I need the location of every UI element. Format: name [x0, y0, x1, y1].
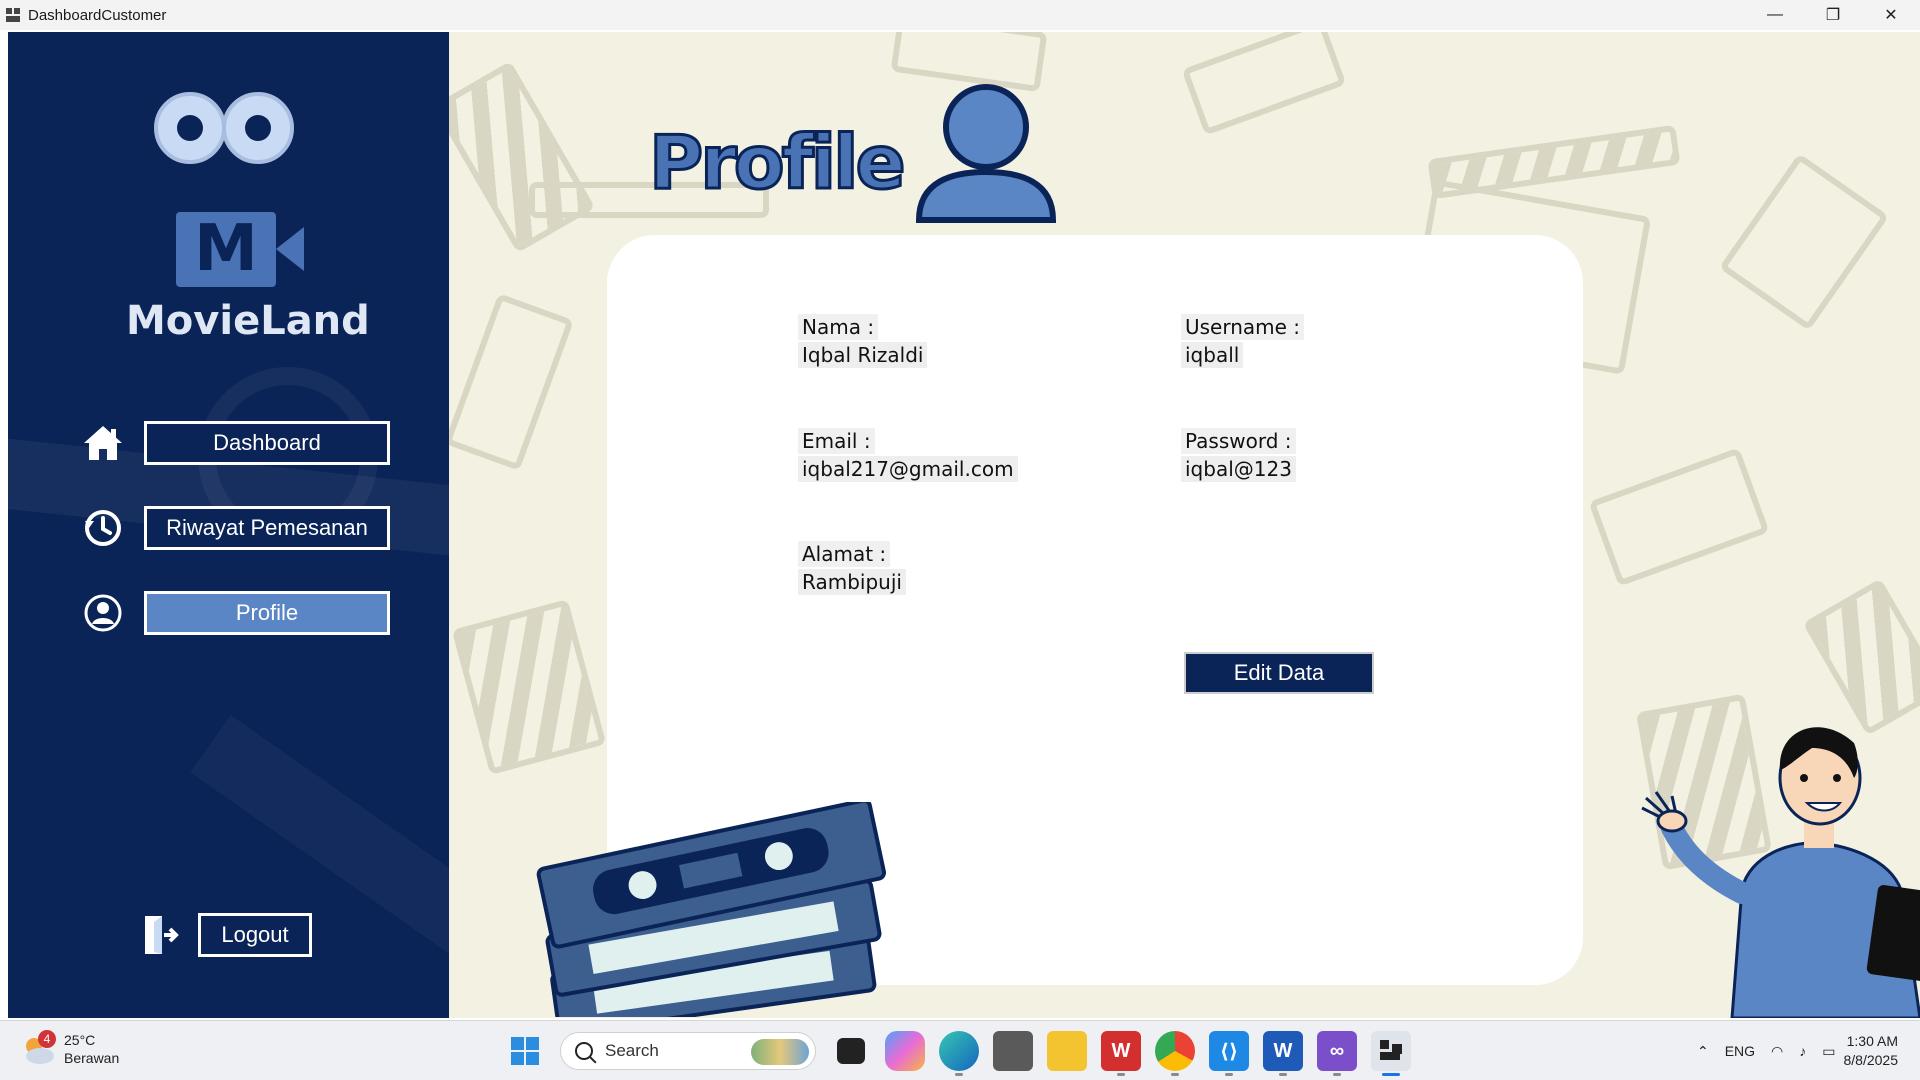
clapperboard-doodle	[451, 599, 607, 775]
ticket-doodle	[1588, 447, 1770, 587]
profile-button[interactable]: Profile	[144, 591, 390, 635]
nav-item-profile[interactable]: Profile	[80, 590, 390, 636]
history-icon	[80, 505, 126, 551]
chevron-up-icon[interactable]: ⌃	[1697, 1043, 1709, 1060]
waving-person-illustration	[1641, 727, 1920, 1018]
alamat-label: Alamat :	[798, 541, 891, 567]
nav-item-riwayat[interactable]: Riwayat Pemesanan	[80, 505, 390, 551]
taskbar: 4 25°C Berawan Search W ⟨⟩ W ∞ ⌃ ENG ◠ ♪…	[0, 1020, 1920, 1080]
cloud-sun-icon: 4	[22, 1030, 56, 1066]
dashboard-app-icon[interactable]	[1371, 1031, 1411, 1076]
app-icon	[6, 8, 20, 22]
brand-name: MovieLand	[126, 298, 370, 344]
ticket-doodle	[1181, 32, 1347, 136]
riwayat-pemesanan-button[interactable]: Riwayat Pemesanan	[144, 506, 390, 550]
username-value: iqball	[1181, 342, 1244, 368]
visual-studio-icon[interactable]: ∞	[1317, 1031, 1357, 1076]
alamat-value: Rambipuji	[798, 569, 906, 595]
ticket-doodle	[449, 293, 574, 471]
camera-icon[interactable]	[993, 1031, 1033, 1071]
title-bar: DashboardCustomer — ❐ ✕	[0, 0, 1920, 30]
start-windows-icon[interactable]	[505, 1031, 545, 1071]
search-highlight-image	[751, 1039, 809, 1065]
edge-icon[interactable]	[939, 1031, 979, 1076]
user-avatar-icon	[911, 77, 1061, 227]
clapperboard-doodle	[1802, 578, 1920, 736]
language-indicator[interactable]: ENG	[1725, 1043, 1755, 1059]
home-icon	[80, 420, 126, 466]
nav-item-logout[interactable]: Logout	[138, 912, 312, 958]
password-value: iqbal@123	[1181, 456, 1296, 482]
battery-icon[interactable]: ▭	[1822, 1043, 1835, 1060]
email-label: Email :	[798, 428, 875, 454]
file-explorer-icon[interactable]	[1047, 1031, 1087, 1071]
search-label: Search	[605, 1041, 659, 1060]
restore-button[interactable]: ❐	[1804, 0, 1862, 30]
logout-icon	[138, 912, 184, 958]
chrome-icon[interactable]	[1155, 1031, 1195, 1076]
clock-date: 8/8/2025	[1843, 1052, 1899, 1068]
logout-button[interactable]: Logout	[198, 913, 312, 957]
3d-glasses-doodle	[1718, 153, 1890, 331]
password-label: Password :	[1181, 428, 1296, 454]
clock-time: 1:30 AM	[1846, 1033, 1898, 1049]
search-icon	[575, 1042, 593, 1060]
email-value: iqbal217@gmail.com	[798, 456, 1018, 482]
wps-office-icon[interactable]: W	[1101, 1031, 1141, 1076]
weather-temp: 25°C	[64, 1032, 96, 1048]
system-tray: ⌃ ENG ◠ ♪ ▭ 1:30 AM 8/8/2025	[1689, 1021, 1920, 1080]
minimize-button[interactable]: —	[1746, 0, 1804, 30]
nama-label: Nama :	[798, 314, 879, 340]
window-title: DashboardCustomer	[28, 6, 167, 24]
close-button[interactable]: ✕	[1862, 0, 1920, 30]
nav-item-dashboard[interactable]: Dashboard	[80, 420, 390, 466]
taskbar-search[interactable]: Search	[560, 1032, 816, 1070]
weather-badge: 4	[38, 1030, 56, 1048]
logo-lens	[276, 227, 304, 271]
vhs-tapes-illustration	[536, 802, 887, 1017]
popcorn-doodle	[449, 60, 596, 254]
dashboard-button[interactable]: Dashboard	[144, 421, 390, 465]
logo-eye-left	[154, 92, 226, 164]
movieland-logo: M MovieLand	[126, 92, 370, 344]
task-view-icon[interactable]	[837, 1038, 865, 1064]
sidebar: M MovieLand Dashboard Riwayat Pemesanan	[8, 32, 449, 1018]
weather-widget[interactable]: 4 25°C Berawan	[22, 1030, 120, 1067]
word-icon[interactable]: W	[1263, 1031, 1303, 1076]
page-title: Profile	[648, 119, 908, 208]
vscode-icon[interactable]: ⟨⟩	[1209, 1031, 1249, 1076]
weather-desc: Berawan	[64, 1050, 120, 1066]
main-content: Profile Nama : Iqbal Rizaldi Username : …	[449, 32, 1920, 1018]
user-circle-icon	[80, 590, 126, 636]
clock[interactable]: 1:30 AM 8/8/2025	[1844, 1032, 1899, 1070]
wifi-icon[interactable]: ◠	[1771, 1043, 1783, 1060]
copilot-icon[interactable]	[885, 1031, 925, 1071]
logo-eye-right	[222, 92, 294, 164]
volume-icon[interactable]: ♪	[1799, 1043, 1806, 1059]
username-label: Username :	[1181, 314, 1305, 340]
nama-value: Iqbal Rizaldi	[798, 342, 928, 368]
edit-data-button[interactable]: Edit Data	[1184, 652, 1374, 694]
